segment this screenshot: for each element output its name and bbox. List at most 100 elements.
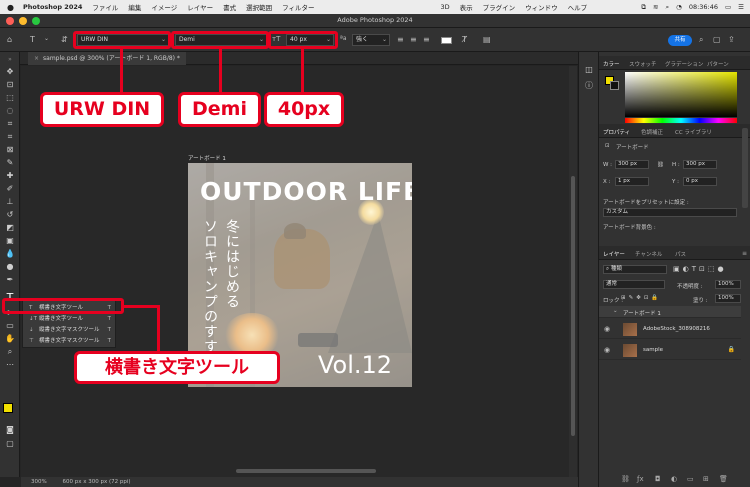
history-brush-tool-icon[interactable]: ↺ bbox=[4, 209, 16, 221]
link-layers-icon[interactable]: ⛓ bbox=[621, 475, 630, 483]
search-icon[interactable]: ⌕ bbox=[699, 35, 703, 45]
preset-select[interactable]: カスタム bbox=[603, 208, 737, 217]
type-tool-preset-icon[interactable]: T bbox=[30, 35, 35, 44]
zoom-tool-icon[interactable]: ⌕ bbox=[4, 346, 16, 358]
vertical-text-line1[interactable]: 冬にはじめる bbox=[224, 219, 240, 309]
share-icon[interactable]: ⇪ bbox=[728, 35, 735, 44]
link-icon[interactable]: ⛓ bbox=[657, 162, 664, 168]
layer-style-icon[interactable]: ƒx bbox=[637, 475, 644, 483]
blend-mode-select[interactable]: 通常 bbox=[603, 280, 665, 289]
hue-slider[interactable] bbox=[625, 118, 737, 123]
layer-row-sample[interactable]: ◉ sample 🔒 bbox=[599, 341, 741, 360]
quick-mask-icon[interactable]: ◙ bbox=[4, 424, 16, 436]
tab-patterns[interactable]: パターン bbox=[707, 60, 729, 68]
menu-app-name[interactable]: Photoshop 2024 bbox=[23, 3, 82, 11]
new-group-icon[interactable]: ▭ bbox=[687, 475, 694, 483]
more-tools-icon[interactable]: ⋯ bbox=[4, 359, 16, 371]
panel-scrollbar[interactable] bbox=[742, 128, 748, 208]
zoom-level[interactable]: 300% bbox=[31, 479, 47, 485]
align-right-icon[interactable]: ≡ bbox=[423, 35, 430, 44]
share-button[interactable]: 共有 bbox=[668, 35, 692, 46]
pen-tool-icon[interactable]: ✒ bbox=[4, 274, 16, 286]
flyout-vertical-type[interactable]: ↓T 縦書き文字ツール T bbox=[29, 314, 115, 325]
width-input[interactable]: 300 px bbox=[615, 160, 649, 169]
foreground-color-swatch[interactable] bbox=[3, 403, 13, 413]
text-color-swatch[interactable] bbox=[441, 37, 452, 44]
info-panel-icon[interactable]: ⓘ bbox=[583, 80, 595, 92]
toolbar-collapse-icon[interactable]: » bbox=[4, 54, 16, 66]
vertical-text-line2[interactable]: ソロキャンプのすすめ bbox=[202, 219, 218, 369]
history-panel-icon[interactable]: ◫ bbox=[583, 64, 595, 76]
tab-channels[interactable]: チャンネル bbox=[635, 250, 662, 258]
healing-brush-tool-icon[interactable]: ✚ bbox=[4, 170, 16, 182]
battery-icon[interactable]: ▭ bbox=[725, 3, 731, 11]
y-input[interactable]: 0 px bbox=[683, 177, 717, 186]
layer-row-artboard[interactable]: ⌄ アートボード 1 bbox=[599, 306, 741, 318]
layer-filter-icons[interactable]: ▣◐T⊡⬚● bbox=[673, 265, 727, 273]
artboard-tool-icon[interactable]: ⊡ bbox=[4, 79, 16, 91]
tab-paths[interactable]: パス bbox=[675, 250, 686, 258]
wifi-icon[interactable]: ≋ bbox=[653, 3, 658, 11]
close-tab-icon[interactable]: × bbox=[34, 55, 39, 62]
blur-tool-icon[interactable]: 💧 bbox=[4, 248, 16, 260]
eraser-tool-icon[interactable]: ◩ bbox=[4, 222, 16, 234]
tab-adjustments[interactable]: 色調補正 bbox=[641, 128, 663, 136]
tab-properties[interactable]: プロパティ bbox=[603, 128, 630, 136]
opacity-input[interactable]: 100% bbox=[715, 280, 741, 289]
object-select-tool-icon[interactable]: ⌗ bbox=[4, 118, 16, 130]
text-orientation-icon[interactable]: ⇵ bbox=[61, 35, 68, 44]
color-picker-field[interactable] bbox=[625, 72, 737, 117]
move-tool-icon[interactable]: ✥ bbox=[4, 66, 16, 78]
preset-chevron-icon[interactable]: ⌄ bbox=[44, 35, 49, 42]
menu-select[interactable]: 選択範囲 bbox=[246, 2, 272, 12]
new-layer-icon[interactable]: ⊞ bbox=[703, 475, 709, 483]
eyedropper-tool-icon[interactable]: ✎ bbox=[4, 157, 16, 169]
fill-input[interactable]: 100% bbox=[715, 294, 741, 303]
vertical-scroll-thumb[interactable] bbox=[571, 176, 575, 436]
headline-text[interactable]: OUTDOOR LIFE bbox=[200, 177, 412, 206]
extensions-icon[interactable]: ⧉ bbox=[641, 3, 646, 12]
align-left-icon[interactable]: ≡ bbox=[397, 35, 404, 44]
home-icon[interactable]: ⌂ bbox=[7, 35, 12, 44]
menu-help[interactable]: ヘルプ bbox=[568, 2, 588, 12]
adjustment-layer-icon[interactable]: ◐ bbox=[671, 475, 677, 483]
add-mask-icon[interactable]: ◘ bbox=[655, 475, 661, 483]
tab-cc-libraries[interactable]: CC ライブラリ bbox=[675, 128, 712, 136]
search-icon[interactable]: ⌕ bbox=[666, 3, 670, 12]
gradient-tool-icon[interactable]: ▣ bbox=[4, 235, 16, 247]
document-tab[interactable]: × sample.psd @ 300% (アートボード 1, RGB/8) * bbox=[28, 52, 186, 65]
vertical-scrollbar[interactable] bbox=[569, 66, 577, 477]
layer-row-stock-photo[interactable]: ◉ AdobeStock_308908216 bbox=[599, 320, 741, 339]
menu-view[interactable]: 表示 bbox=[460, 2, 473, 12]
expand-chevron-icon[interactable]: ⌄ bbox=[613, 308, 618, 314]
flyout-vertical-type-mask[interactable]: ⇣ 縦書き文字マスクツール T bbox=[29, 325, 115, 336]
character-panel-icon[interactable]: ▤ bbox=[483, 35, 491, 44]
apple-icon[interactable]: ● bbox=[6, 3, 15, 12]
tab-gradients[interactable]: グラデーション bbox=[665, 60, 703, 68]
artboard-name[interactable]: アートボード 1 bbox=[188, 154, 226, 162]
workspace-icon[interactable]: ▢ bbox=[713, 35, 721, 44]
brush-tool-icon[interactable]: ✐ bbox=[4, 183, 16, 195]
menu-window[interactable]: ウィンドウ bbox=[525, 2, 558, 12]
rectangle-tool-icon[interactable]: ▭ bbox=[4, 320, 16, 332]
panel-menu-icon[interactable]: ≡ bbox=[742, 250, 747, 257]
hand-tool-icon[interactable]: ✋ bbox=[4, 333, 16, 345]
tab-swatches[interactable]: スウォッチ bbox=[629, 60, 657, 68]
frame-tool-icon[interactable]: ⊠ bbox=[4, 144, 16, 156]
layer-kind-filter[interactable]: ⌕ 種類 bbox=[603, 265, 667, 274]
delete-layer-icon[interactable]: 🗑 bbox=[719, 475, 728, 483]
marquee-tool-icon[interactable]: ⬚ bbox=[4, 92, 16, 104]
background-color-swatch[interactable] bbox=[610, 81, 619, 90]
align-center-icon[interactable]: ≡ bbox=[410, 35, 417, 44]
document-size[interactable]: 600 px x 300 px (72 ppi) bbox=[62, 479, 130, 485]
x-input[interactable]: 1 px bbox=[615, 177, 649, 186]
issue-number-text[interactable]: Vol.12 bbox=[318, 351, 392, 379]
menu-filter[interactable]: フィルター bbox=[282, 2, 314, 12]
visibility-icon[interactable]: ◉ bbox=[604, 325, 610, 333]
dodge-tool-icon[interactable]: ● bbox=[4, 261, 16, 273]
menu-3d[interactable]: 3D bbox=[440, 3, 449, 11]
lock-icons[interactable]: ⊞✎✥⊡🔒 bbox=[621, 295, 661, 301]
warp-text-icon[interactable]: Ⱦ bbox=[462, 35, 467, 44]
clone-stamp-tool-icon[interactable]: ⊥ bbox=[4, 196, 16, 208]
lasso-tool-icon[interactable]: ◌ bbox=[4, 105, 16, 117]
